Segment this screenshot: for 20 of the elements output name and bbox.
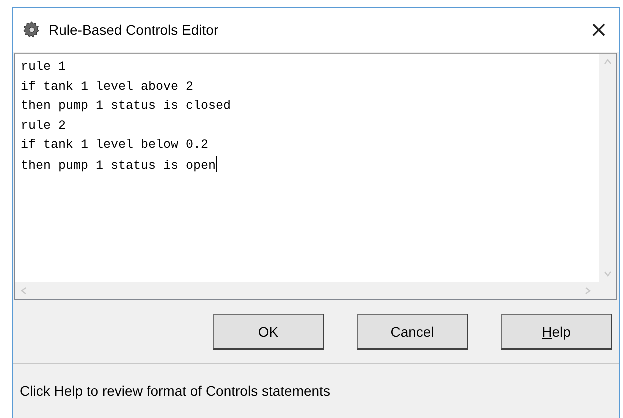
dialog-button[interactable]: OK	[213, 314, 324, 350]
code-line: rule 1	[21, 59, 68, 76]
scroll-left-icon[interactable]	[21, 286, 27, 294]
vertical-scrollbar[interactable]	[599, 54, 616, 282]
code-line: if tank 1 level below 0.2	[21, 137, 210, 154]
window-title: Rule-Based Controls Editor	[49, 22, 220, 38]
dialog-button[interactable]: Help	[501, 314, 612, 350]
gear-icon	[23, 21, 41, 39]
scroll-up-icon[interactable]	[604, 59, 612, 65]
code-line: if tank 1 level above 2	[21, 78, 195, 96]
scroll-right-icon[interactable]	[585, 286, 591, 294]
code-line: then pump 1 status is open	[21, 156, 593, 176]
text-editor[interactable]: rule 1 if tank 1 level above 2 then pump 1 status is closed rule 2 if tank 1 level below 0.2 then pump 1 status is open	[14, 53, 617, 300]
horizontal-scrollbar[interactable]	[15, 282, 616, 299]
status-bar: Click Help to review format of Controls statements	[13, 363, 619, 418]
code-line: rule 2	[21, 118, 68, 134]
close-button[interactable]: ×	[579, 10, 619, 50]
code-line: then pump 1 status is closed	[21, 98, 232, 115]
dialog-button[interactable]: Cancel	[357, 314, 468, 350]
scroll-down-icon[interactable]	[604, 271, 612, 277]
